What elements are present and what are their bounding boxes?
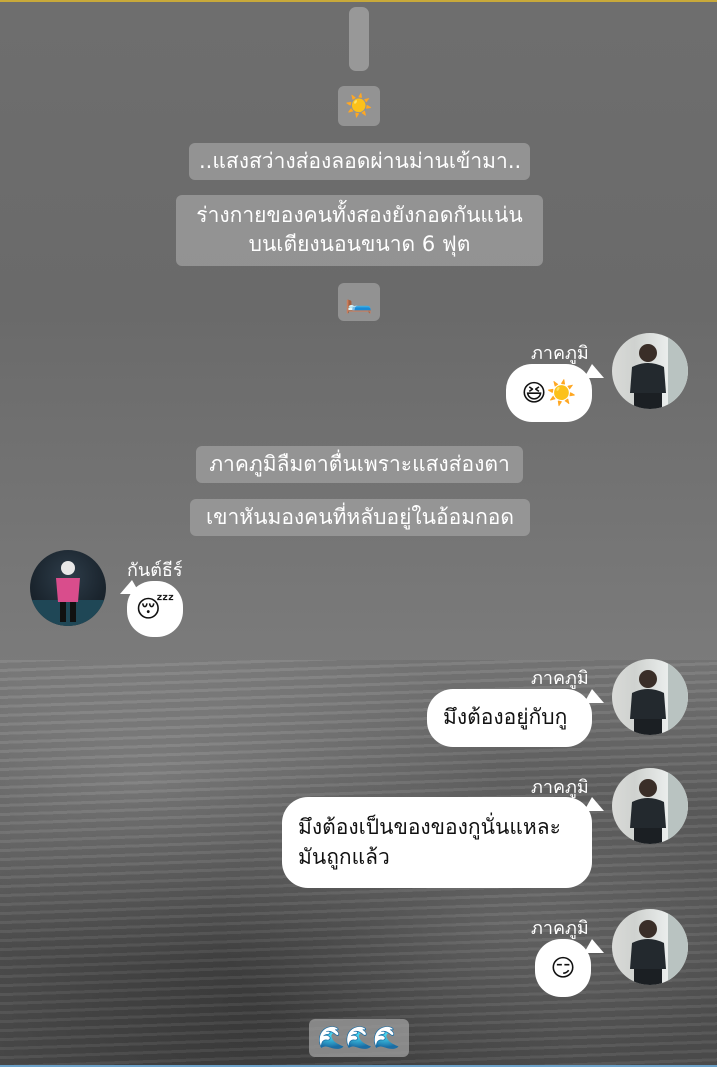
person-avatar-icon (30, 561, 106, 626)
message-bubble[interactable]: มึงต้องอยู่กับกู (427, 689, 592, 747)
sender-name: ภาคภูมิ (531, 668, 589, 689)
person-avatar-icon (630, 768, 688, 844)
message-bubble[interactable]: 😏 (535, 939, 591, 997)
bubble-tail (584, 939, 604, 953)
sender-name: ภาคภูมิ (531, 343, 589, 364)
avatar[interactable] (612, 909, 688, 985)
bed-icon: 🛏️ (345, 289, 373, 315)
narration-text: ..แสงสว่างส่องลอดผ่านม่านเข้ามา.. (199, 149, 522, 173)
sun-icon: ☀️ (345, 93, 373, 119)
message-text: มึงต้องอยู่กับกู (443, 705, 568, 729)
drag-handle[interactable] (349, 7, 369, 71)
message-text: 😴 (135, 595, 175, 623)
message-bubble[interactable]: 😆☀️ (506, 364, 592, 422)
waves-emoji-pill: 🌊🌊🌊 (309, 1019, 409, 1057)
person-avatar-icon (630, 659, 688, 735)
bubble-tail (584, 689, 604, 703)
person-avatar-icon (630, 333, 688, 409)
sun-emoji-pill: ☀️ (338, 86, 380, 126)
message-text: 😆☀️ (521, 379, 577, 407)
bubble-tail (584, 797, 604, 811)
narration-pill: ..แสงสว่างส่องลอดผ่านม่านเข้ามา.. (189, 143, 530, 180)
narration-text: บนเตียงนอนขนาด 6 ฟุต (248, 232, 471, 256)
avatar[interactable] (612, 333, 688, 409)
message-text: มันถูกแล้ว (298, 845, 390, 869)
narration-pill: ภาคภูมิลืมตาตื่นเพราะแสงส่องตา (196, 446, 523, 483)
avatar[interactable] (30, 550, 106, 626)
person-avatar-icon (630, 909, 688, 985)
avatar[interactable] (612, 768, 688, 844)
bubble-tail (120, 580, 140, 594)
bubble-tail (584, 364, 604, 378)
narration-text: ร่างกายของคนทั้งสองยังกอดกันแน่น (196, 203, 523, 227)
top-border (0, 0, 717, 2)
sender-name: ภาคภูมิ (531, 918, 589, 939)
narration-text: ภาคภูมิลืมตาตื่นเพราะแสงส่องตา (209, 452, 510, 476)
avatar[interactable] (612, 659, 688, 735)
message-text: มึงต้องเป็นของของกูนั่นแหละ (298, 815, 561, 839)
narration-text: เขาหันมองคนที่หลับอยู่ในอ้อมกอด (205, 505, 515, 529)
message-bubble[interactable]: มึงต้องเป็นของของกูนั่นแหละ มันถูกแล้ว (282, 797, 592, 888)
narration-pill: ร่างกายของคนทั้งสองยังกอดกันแน่น บนเตียง… (176, 195, 543, 266)
message-text: 😏 (550, 954, 576, 982)
waves-icon: 🌊🌊🌊 (317, 1025, 401, 1051)
narration-pill: เขาหันมองคนที่หลับอยู่ในอ้อมกอด (190, 499, 530, 536)
bed-emoji-pill: 🛏️ (338, 283, 380, 321)
